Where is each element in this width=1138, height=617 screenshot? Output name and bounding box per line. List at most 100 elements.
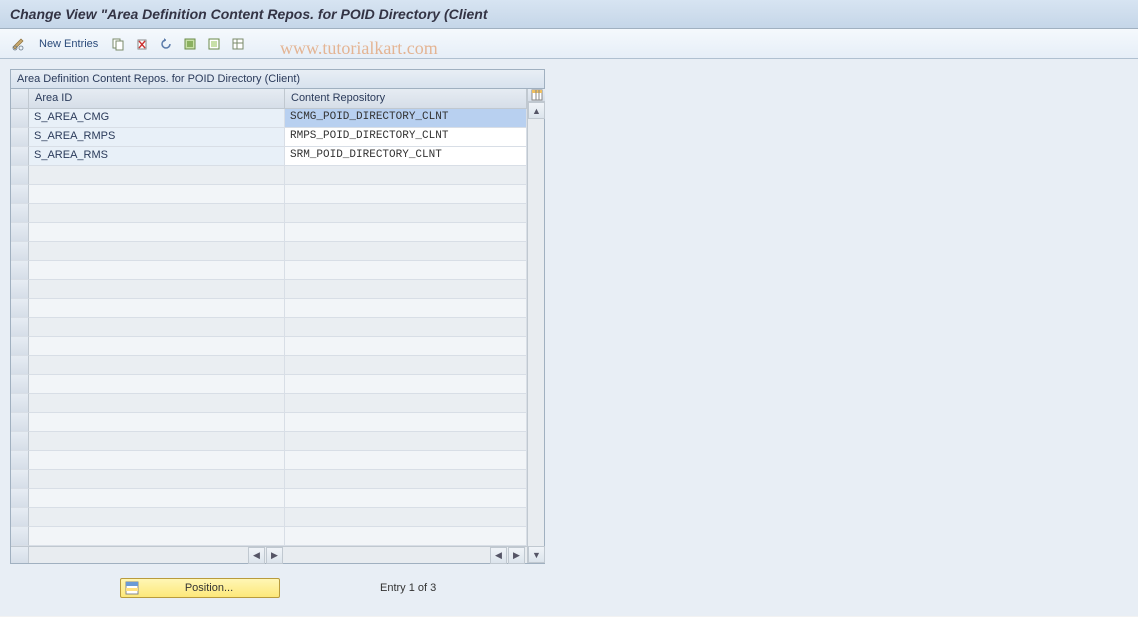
table-row[interactable] <box>11 375 527 394</box>
cell-content-repo[interactable] <box>285 451 527 470</box>
table-row[interactable]: S_AREA_RMSSRM_POID_DIRECTORY_CLNT <box>11 147 527 166</box>
table-row[interactable] <box>11 318 527 337</box>
cell-content-repo[interactable] <box>285 527 527 546</box>
row-selector[interactable] <box>11 394 29 413</box>
cell-area-id[interactable] <box>29 489 285 508</box>
row-selector[interactable] <box>11 166 29 185</box>
row-selector[interactable] <box>11 508 29 527</box>
table-row[interactable] <box>11 299 527 318</box>
cell-content-repo[interactable] <box>285 394 527 413</box>
table-row[interactable] <box>11 394 527 413</box>
row-selector[interactable] <box>11 318 29 337</box>
cell-area-id[interactable] <box>29 413 285 432</box>
table-row[interactable] <box>11 261 527 280</box>
vscroll-down-button[interactable]: ▼ <box>528 546 545 563</box>
table-row[interactable] <box>11 451 527 470</box>
column-header-content-repo[interactable]: Content Repository <box>285 89 527 109</box>
deselect-all-button[interactable] <box>203 34 225 54</box>
row-selector[interactable] <box>11 109 29 128</box>
cell-area-id[interactable] <box>29 527 285 546</box>
cell-area-id[interactable] <box>29 470 285 489</box>
row-selector[interactable] <box>11 432 29 451</box>
table-row[interactable] <box>11 527 527 546</box>
cell-content-repo[interactable] <box>285 242 527 261</box>
toggle-change-button[interactable] <box>8 34 30 54</box>
vscroll-up-button[interactable]: ▲ <box>528 102 545 119</box>
row-selector[interactable] <box>11 147 29 166</box>
cell-area-id[interactable] <box>29 318 285 337</box>
cell-area-id[interactable]: S_AREA_CMG <box>29 109 285 128</box>
cell-area-id[interactable]: S_AREA_RMS <box>29 147 285 166</box>
row-selector[interactable] <box>11 185 29 204</box>
cell-area-id[interactable] <box>29 508 285 527</box>
cell-content-repo[interactable]: SCMG_POID_DIRECTORY_CLNT <box>285 109 527 128</box>
vscroll-track[interactable] <box>528 119 544 546</box>
cell-area-id[interactable] <box>29 451 285 470</box>
cell-area-id[interactable] <box>29 261 285 280</box>
row-selector[interactable] <box>11 223 29 242</box>
select-all-button[interactable] <box>179 34 201 54</box>
row-selector[interactable] <box>11 280 29 299</box>
row-selector[interactable] <box>11 337 29 356</box>
table-row[interactable] <box>11 337 527 356</box>
cell-content-repo[interactable] <box>285 413 527 432</box>
cell-content-repo[interactable] <box>285 337 527 356</box>
cell-content-repo[interactable] <box>285 318 527 337</box>
table-row[interactable]: S_AREA_RMPSRMPS_POID_DIRECTORY_CLNT <box>11 128 527 147</box>
table-row[interactable] <box>11 470 527 489</box>
cell-content-repo[interactable] <box>285 432 527 451</box>
cell-area-id[interactable] <box>29 280 285 299</box>
table-row[interactable] <box>11 356 527 375</box>
table-row[interactable] <box>11 432 527 451</box>
table-row[interactable]: S_AREA_CMGSCMG_POID_DIRECTORY_CLNT <box>11 109 527 128</box>
copy-button[interactable] <box>107 34 129 54</box>
undo-button[interactable] <box>155 34 177 54</box>
cell-content-repo[interactable] <box>285 166 527 185</box>
hscroll-left-a-button[interactable]: ◀ <box>248 547 265 564</box>
hscroll-right-b-button[interactable]: ▶ <box>508 547 525 564</box>
cell-area-id[interactable] <box>29 204 285 223</box>
cell-area-id[interactable] <box>29 375 285 394</box>
new-entries-button[interactable]: New Entries <box>32 35 105 53</box>
table-row[interactable] <box>11 508 527 527</box>
hscroll-left-b-button[interactable]: ◀ <box>490 547 507 564</box>
row-selector[interactable] <box>11 470 29 489</box>
column-header-area-id[interactable]: Area ID <box>29 89 285 109</box>
cell-content-repo[interactable] <box>285 261 527 280</box>
table-settings-button[interactable] <box>227 34 249 54</box>
row-selector[interactable] <box>11 299 29 318</box>
cell-area-id[interactable] <box>29 394 285 413</box>
cell-area-id[interactable] <box>29 299 285 318</box>
cell-content-repo[interactable] <box>285 470 527 489</box>
delete-button[interactable] <box>131 34 153 54</box>
table-row[interactable] <box>11 185 527 204</box>
cell-area-id[interactable] <box>29 223 285 242</box>
cell-content-repo[interactable] <box>285 185 527 204</box>
table-row[interactable] <box>11 413 527 432</box>
row-selector[interactable] <box>11 204 29 223</box>
cell-content-repo[interactable] <box>285 280 527 299</box>
row-selector[interactable] <box>11 128 29 147</box>
position-button[interactable]: Position... <box>120 578 280 598</box>
cell-content-repo[interactable] <box>285 299 527 318</box>
table-row[interactable] <box>11 166 527 185</box>
table-row[interactable] <box>11 242 527 261</box>
row-selector[interactable] <box>11 413 29 432</box>
row-selector[interactable] <box>11 356 29 375</box>
cell-content-repo[interactable]: RMPS_POID_DIRECTORY_CLNT <box>285 128 527 147</box>
row-selector-header[interactable] <box>11 89 29 109</box>
cell-content-repo[interactable] <box>285 204 527 223</box>
cell-area-id[interactable] <box>29 166 285 185</box>
vertical-scrollbar[interactable]: ▲ ▼ <box>527 89 544 563</box>
row-selector[interactable] <box>11 527 29 546</box>
row-selector[interactable] <box>11 489 29 508</box>
hscroll-right-a-button[interactable]: ▶ <box>266 547 283 564</box>
row-selector[interactable] <box>11 375 29 394</box>
row-selector[interactable] <box>11 242 29 261</box>
cell-area-id[interactable] <box>29 432 285 451</box>
cell-area-id[interactable] <box>29 185 285 204</box>
table-row[interactable] <box>11 280 527 299</box>
row-selector[interactable] <box>11 261 29 280</box>
cell-area-id[interactable] <box>29 242 285 261</box>
cell-area-id[interactable] <box>29 356 285 375</box>
